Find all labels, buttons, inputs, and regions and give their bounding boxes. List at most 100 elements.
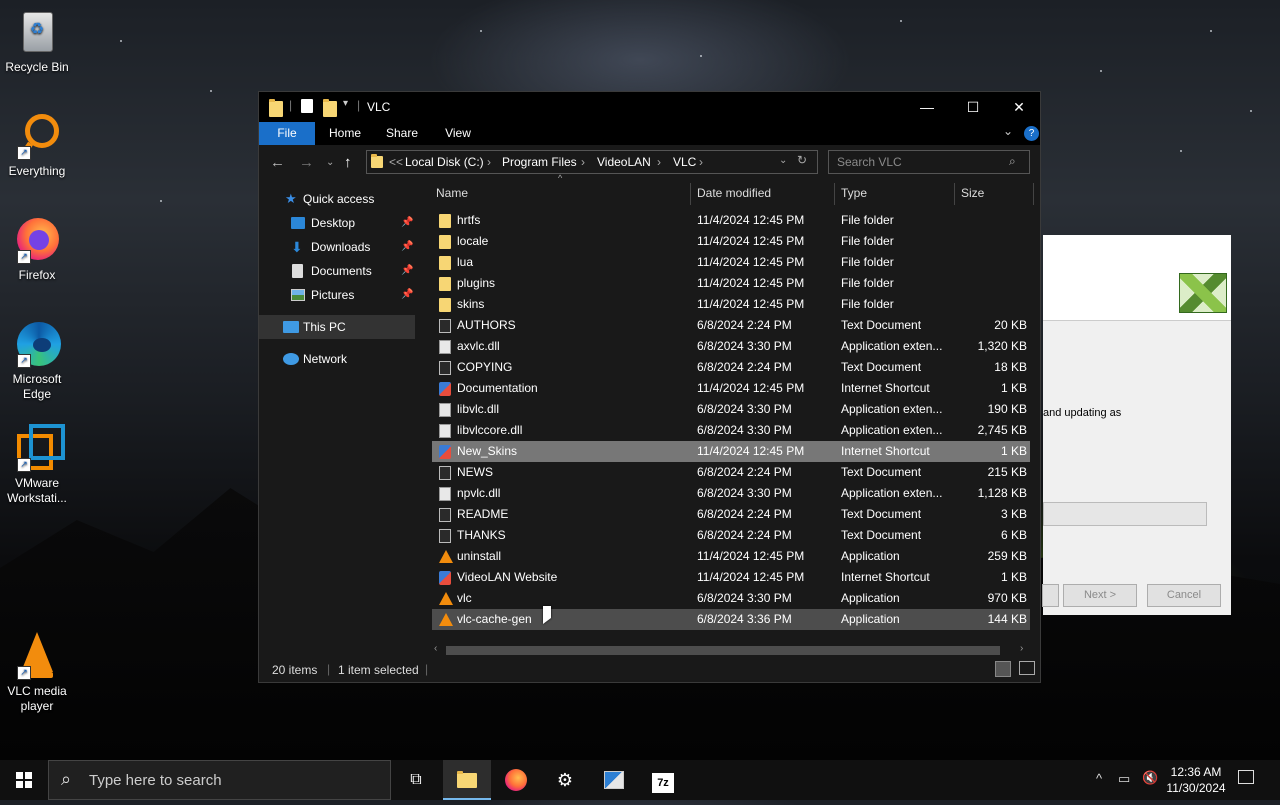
taskbar-network-tool[interactable] [590,760,638,800]
file-row[interactable]: axvlc.dll 6/8/2024 3:30 PM Application ext… [432,336,1030,357]
tab-view[interactable]: View [439,122,477,145]
scrollbar-thumb[interactable] [446,646,1000,655]
nav-downloads[interactable]: ⬇ Downloads 📌 [259,235,415,259]
taskbar-file-explorer[interactable] [443,760,491,800]
desktop-icon-vlc[interactable]: ↗ VLC media player [0,632,74,714]
system-clock[interactable]: 12:36 AM 11/30/2024 [1160,764,1232,796]
file-row[interactable]: npvlc.dll 6/8/2024 3:30 PM Application ext… [432,483,1030,504]
file-row[interactable]: COPYING 6/8/2024 2:24 PM Text Document 18 K… [432,357,1030,378]
taskbar-firefox[interactable] [492,760,540,800]
back-icon[interactable]: ← [270,154,285,171]
file-row[interactable]: NEWS 6/8/2024 2:24 PM Text Document 215 KB [432,462,1030,483]
desktop-icon-vmware[interactable]: ↗ VMware Workstati... [0,424,74,506]
file-row[interactable]: README 6/8/2024 2:24 PM Text Document 3 KB [432,504,1030,525]
tab-file[interactable]: File [259,122,315,145]
scroll-right-icon[interactable]: › [1020,643,1023,654]
breadcrumb-videolan[interactable]: VideoLAN [597,155,651,169]
taskbar-settings[interactable]: ⚙ [541,760,589,800]
volume-muted-icon[interactable]: 🔇 [1142,770,1158,786]
properties-icon[interactable] [301,99,313,113]
nav-this-pc[interactable]: This PC [259,315,415,339]
scroll-left-icon[interactable]: ‹ [434,643,437,654]
network-status-icon[interactable]: ▭ [1118,771,1130,787]
vlc-icon: ↗ [13,632,61,680]
refresh-icon[interactable]: ↻ [797,153,807,167]
close-button[interactable]: ✕ [996,92,1042,122]
breadcrumb-vlc[interactable]: VLC [673,155,696,169]
customize-toolbar-icon[interactable]: ▾ [343,98,348,114]
file-row[interactable]: skins 11/4/2024 12:45 PM File folder [432,294,1030,315]
file-name: New_Skins [457,444,518,458]
installer-cancel-button[interactable]: Cancel [1147,584,1221,607]
pin-icon[interactable]: 📌 [401,283,413,307]
desktop-icon-everything[interactable]: ↗ Everything [0,112,74,179]
search-box[interactable]: Search VLC ⌕ [828,150,1030,174]
recent-locations-icon[interactable]: ⌄ [326,157,334,168]
breadcrumb-overflow[interactable]: << [389,155,403,169]
file-row[interactable]: lua 11/4/2024 12:45 PM File folder [432,252,1030,273]
everything-search-icon: ↗ [13,112,61,160]
breadcrumb-program-files[interactable]: Program Files [502,155,577,169]
up-icon[interactable]: ↑ [344,154,352,171]
file-size: 18 KB [994,360,1027,374]
minimize-button[interactable]: — [904,92,950,122]
file-row[interactable]: VideoLAN Website 11/4/2024 12:45 PM Intern… [432,567,1030,588]
file-row[interactable]: New_Skins 11/4/2024 12:45 PM Internet Shor… [432,441,1030,462]
nav-network[interactable]: Network [259,347,415,371]
maximize-button[interactable]: ☐ [950,92,996,122]
nav-documents[interactable]: Documents 📌 [259,259,415,283]
file-type: Application exten... [841,486,943,500]
help-icon[interactable]: ? [1024,126,1039,141]
column-type[interactable]: Type [841,179,867,207]
nav-pictures[interactable]: Pictures 📌 [259,283,415,307]
details-view-icon[interactable] [995,661,1011,677]
file-row[interactable]: THANKS 6/8/2024 2:24 PM Text Document 6 KB [432,525,1030,546]
file-row[interactable]: hrtfs 11/4/2024 12:45 PM File folder [432,210,1030,231]
start-button[interactable] [0,760,48,800]
taskbar: ⌕ Type here to search ⧉ ⚙ 7z ^ ▭ 🔇 12:36… [0,760,1280,800]
file-row[interactable]: libvlc.dll 6/8/2024 3:30 PM Application ex… [432,399,1030,420]
pin-icon[interactable]: 📌 [401,211,413,235]
task-view-button[interactable]: ⧉ [392,760,440,800]
notification-center-icon[interactable] [1238,770,1254,784]
file-row[interactable]: vlc-cache-gen 6/8/2024 3:36 PM Application… [432,609,1030,630]
pin-icon[interactable]: 📌 [401,235,413,259]
file-size: 1,128 KB [977,486,1027,500]
new-folder-icon[interactable] [323,99,337,117]
tab-home[interactable]: Home [325,122,365,145]
large-icons-view-icon[interactable] [1019,661,1035,675]
forward-icon[interactable]: → [299,154,314,171]
column-date-modified[interactable]: Date modified [697,179,771,207]
desktop-icon-edge[interactable]: ↗ Microsoft Edge [0,320,74,402]
nav-quick-access[interactable]: ★ Quick access [259,187,415,211]
installer-next-button[interactable]: Next > [1063,584,1137,607]
file-row[interactable]: Documentation 11/4/2024 12:45 PM Internet … [432,378,1030,399]
show-hidden-icons[interactable]: ^ [1096,771,1102,786]
address-bar[interactable]: << Local Disk (C:) › Program Files › Vid… [366,150,818,174]
file-type: Internet Shortcut [841,381,930,395]
tab-share[interactable]: Share [382,122,422,145]
column-size[interactable]: Size [961,179,984,207]
nav-desktop[interactable]: Desktop 📌 [259,211,415,235]
pin-icon[interactable]: 📌 [401,259,413,283]
file-row[interactable]: libvlccore.dll 6/8/2024 3:30 PM Applicatio… [432,420,1030,441]
desktop-icon-recycle-bin[interactable]: ♻ Recycle Bin [0,8,74,75]
column-name[interactable]: Name [436,179,468,207]
taskbar-7zip[interactable]: 7z [639,760,687,800]
file-row[interactable]: uninstall 11/4/2024 12:45 PM Application 25… [432,546,1030,567]
file-name: AUTHORS [457,318,516,332]
file-explorer-window: | ▾ | VLC — ☐ ✕ File Home Share View ⌄ ?… [258,91,1041,683]
ribbon-expand-icon[interactable]: ⌄ [1003,124,1013,138]
file-row[interactable]: AUTHORS 6/8/2024 2:24 PM Text Document 20 K… [432,315,1030,336]
file-row[interactable]: plugins 11/4/2024 12:45 PM File folder [432,273,1030,294]
file-row[interactable]: vlc 6/8/2024 3:30 PM Application 970 KB [432,588,1030,609]
breadcrumb-local-disk[interactable]: Local Disk (C:) [405,155,484,169]
installer-back-button[interactable] [1042,584,1059,607]
taskbar-search-box[interactable]: ⌕ Type here to search [48,760,391,800]
file-type: File folder [841,255,894,269]
mouse-cursor-icon [543,606,551,624]
file-row[interactable]: locale 11/4/2024 12:45 PM File folder [432,231,1030,252]
desktop-icon-firefox[interactable]: ↗ Firefox [0,216,74,283]
address-dropdown-icon[interactable]: ⌄ [779,155,787,166]
horizontal-scrollbar[interactable]: ‹ › [432,643,1032,657]
